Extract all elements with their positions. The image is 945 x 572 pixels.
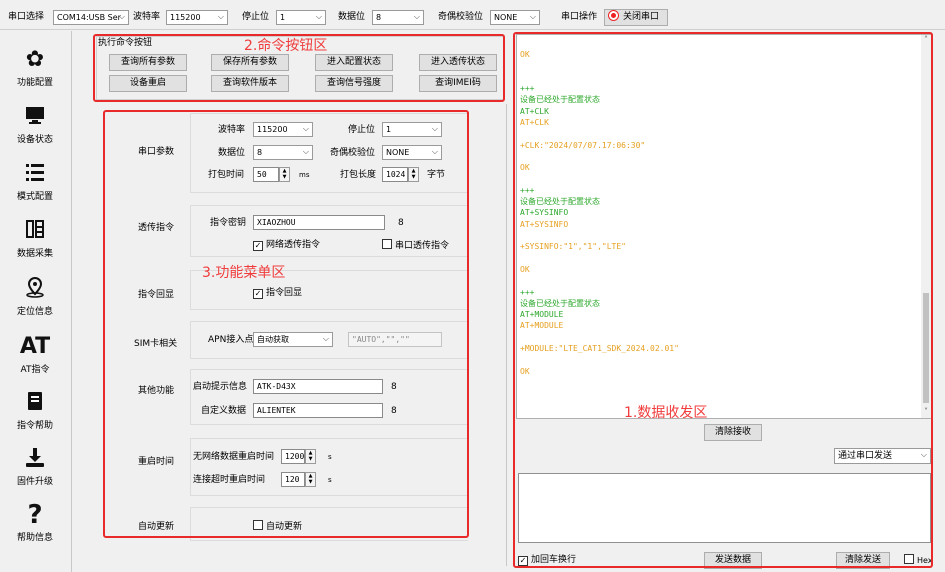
sidebar-item-upgrade[interactable]: 固件升级	[0, 446, 70, 487]
data-bits-select[interactable]: 8 ⌵	[372, 10, 424, 25]
parity-select[interactable]: NONE ⌵	[490, 10, 540, 25]
sidebar-item-data[interactable]: 数据采集	[0, 218, 70, 259]
monitor-icon	[0, 104, 70, 130]
upgrade-icon	[0, 446, 70, 472]
close-port-button[interactable]: 关闭串口	[604, 9, 668, 26]
record-icon	[609, 11, 618, 20]
sidebar-item-config[interactable]: ✿ 功能配置	[0, 47, 70, 88]
location-icon	[0, 276, 70, 302]
stop-label: 停止位	[242, 12, 270, 22]
command-area-annotation: 2.命令按钮区	[244, 38, 328, 54]
parity-label: 奇偶校验位	[438, 12, 484, 22]
at-icon: AT	[19, 334, 51, 359]
baud-select[interactable]: 115200 ⌵	[166, 10, 228, 25]
baud-label: 波特率	[133, 12, 161, 22]
sidebar-item-at[interactable]: AT AT指令	[0, 334, 70, 375]
sidebar-item-help-info[interactable]: ? 帮助信息	[0, 502, 70, 543]
sidebar-item-location[interactable]: 定位信息	[0, 276, 70, 317]
menu-area-highlight	[103, 110, 469, 538]
list-icon	[0, 161, 70, 187]
sidebar-item-mode[interactable]: 模式配置	[0, 161, 70, 202]
gear-icon: ✿	[25, 47, 45, 72]
data-area-highlight	[513, 32, 933, 568]
sidebar-item-help-cmd[interactable]: 指令帮助	[0, 390, 70, 431]
data-bits-label: 数据位	[338, 12, 366, 22]
port-label: 串口选择	[8, 12, 45, 22]
data-icon	[0, 218, 70, 244]
sidebar-item-status[interactable]: 设备状态	[0, 104, 70, 145]
stop-select[interactable]: 1 ⌵	[276, 10, 326, 25]
book-icon	[0, 390, 70, 416]
serial-op-label: 串口操作	[561, 12, 598, 22]
port-select[interactable]: COM14:USB Ser ⌵	[53, 10, 129, 25]
question-icon: ?	[27, 500, 43, 530]
